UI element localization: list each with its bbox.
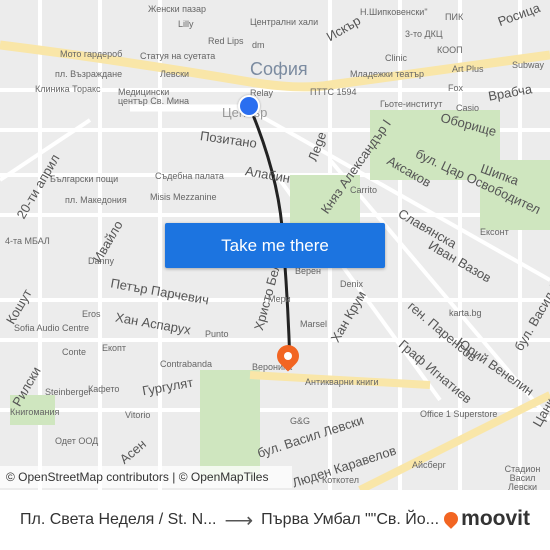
arrow-right-icon: ⟶ — [224, 509, 254, 532]
map-label: Subway — [512, 60, 545, 70]
moovit-pin-icon — [441, 509, 462, 529]
map-label: Misis Mezzanine — [150, 192, 217, 202]
map-label: Contrabanda — [160, 359, 213, 369]
map-label: Мери — [268, 294, 291, 304]
map-label: Punto — [205, 329, 229, 339]
map-label: 4-та МБАЛ — [5, 236, 50, 246]
map-label: Младежки театър — [350, 69, 424, 79]
map-label: Клиника Торакс — [35, 84, 101, 94]
map-label: Sofia Audio Centre — [14, 323, 90, 333]
map-label: Съдебна палата — [155, 171, 224, 181]
map-label: Steinberger — [45, 387, 92, 397]
map-label: Fox — [448, 83, 464, 93]
map-label: Антикварни книги — [305, 377, 379, 387]
map-label: Casio — [456, 103, 480, 113]
map-label: Н.Шипковенски" — [360, 7, 428, 17]
map-label: Мото гардероб — [60, 49, 123, 59]
map-label: 3-то ДКЦ — [405, 29, 443, 39]
map-label: G&G — [290, 416, 311, 426]
map-label: КООП — [437, 45, 463, 55]
map-label: Vitorio — [125, 410, 151, 420]
map-label: Медицински център Св. Мина — [118, 87, 190, 106]
map-label: Carrito — [350, 185, 378, 195]
origin-marker[interactable] — [238, 95, 260, 117]
map-label: karta.bg — [449, 308, 482, 318]
origin-stop-name: Пл. Света Неделя / St. N... — [20, 511, 217, 528]
map-label: Гьоте-институт — [380, 99, 443, 109]
map[interactable]: София Женски пазар Lilly Red Lips dm Цен… — [0, 0, 550, 490]
map-attribution[interactable]: © OpenStreetMap contributors | © OpenMap… — [0, 466, 292, 488]
map-label: Art Plus — [452, 64, 484, 74]
map-label: пл. Възраждане — [55, 69, 123, 79]
map-label: Стадион Васил Левски — [504, 464, 541, 491]
map-label: Marsel — [300, 319, 328, 329]
moovit-logo: moovit — [441, 507, 530, 531]
map-label: Екопт — [102, 343, 127, 353]
map-label: Централни хали — [250, 17, 319, 27]
map-label: Верен — [295, 266, 321, 276]
map-label: Айсберг — [412, 460, 446, 470]
map-label: Office 1 Superstore — [420, 409, 498, 419]
map-label: Статуя на суетата — [140, 51, 216, 61]
map-label: Conte — [62, 347, 87, 357]
map-label: Български пощи — [50, 174, 119, 184]
map-label: ПТТС 1594 — [310, 87, 357, 97]
map-label: Книгомания — [10, 407, 60, 417]
brand-name: moovit — [461, 507, 530, 530]
map-label: Женски пазар — [148, 4, 207, 14]
destination-stop-name: Първа Умбал ""Св. Йо... — [261, 511, 440, 528]
map-label: Danny — [88, 256, 115, 266]
route-footer: Пл. Света Неделя / St. N... ⟶ Първа Умба… — [0, 490, 550, 550]
map-label: Denix — [340, 279, 364, 289]
take-me-there-button[interactable]: Take me there — [165, 223, 385, 268]
map-label: dm — [252, 40, 265, 50]
map-label: Коткотел — [322, 475, 359, 485]
map-label: Eros — [82, 309, 101, 319]
map-label: Clinic — [385, 53, 408, 63]
map-label: Red Lips — [208, 36, 244, 46]
map-label: Кафето — [88, 384, 120, 394]
map-label: Одет ООД — [55, 436, 99, 446]
map-label: Левски — [160, 69, 190, 79]
map-label: Ексонт — [480, 227, 509, 237]
map-label: ПИК — [445, 12, 464, 22]
city-label: София — [250, 59, 308, 79]
map-label: Lilly — [178, 19, 194, 29]
map-label: пл. Македония — [65, 195, 127, 205]
